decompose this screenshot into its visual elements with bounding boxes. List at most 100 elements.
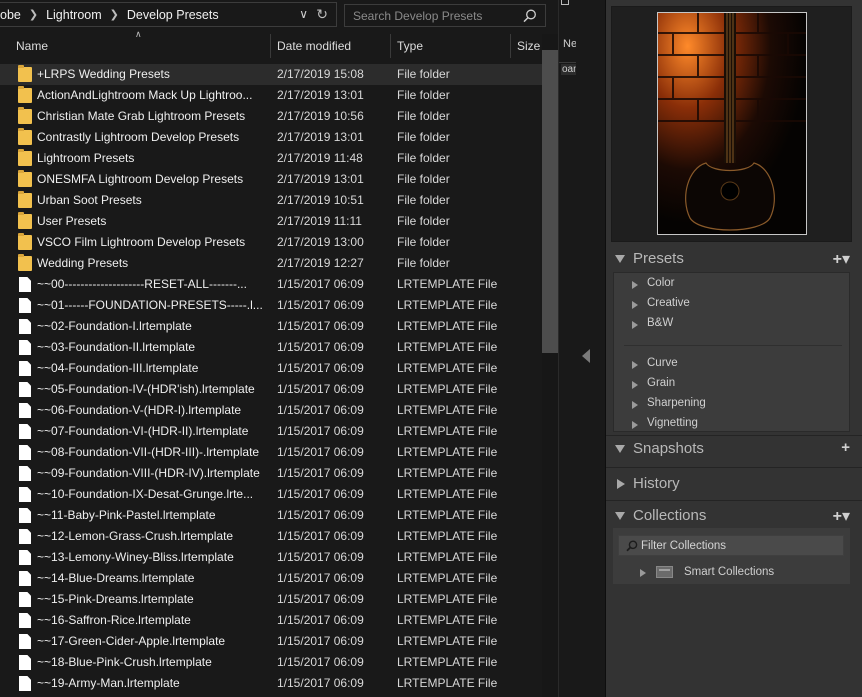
- add-collection-icon[interactable]: +▾: [833, 506, 850, 526]
- file-type: LRTEMPLATE File: [397, 487, 498, 501]
- table-row[interactable]: ~~15-Pink-Dreams.lrtemplate 1/15/2017 06:…: [0, 589, 542, 610]
- file-name: ~~09-Foundation-VIII-(HDR-IV).lrtemplate: [37, 466, 260, 480]
- table-row[interactable]: ~~07-Foundation-VI-(HDR-II).lrtemplate 1/…: [0, 421, 542, 442]
- collapse-left-icon[interactable]: [582, 349, 590, 363]
- folder-expand-icon[interactable]: [632, 361, 638, 369]
- file-icon: [19, 403, 31, 418]
- table-row[interactable]: ~~10-Foundation-IX-Desat-Grunge.lrte... 1…: [0, 484, 542, 505]
- folder-expand-icon[interactable]: [632, 421, 638, 429]
- table-row[interactable]: ~~19-Army-Man.lrtemplate 1/15/2017 06:09 L…: [0, 673, 542, 694]
- breadcrumb-parent[interactable]: obe: [0, 8, 21, 22]
- date-modified: 2/17/2019 10:56: [277, 109, 364, 123]
- chevron-down-icon[interactable]: ∨: [299, 7, 308, 21]
- panel-edge: [576, 0, 605, 697]
- column-header-partial[interactable]: Ne: [563, 38, 577, 50]
- collapse-triangle-icon[interactable]: [617, 479, 625, 489]
- presets-title: Presets: [633, 250, 684, 267]
- table-row[interactable]: VSCO Film Lightroom Develop Presets 2/17/…: [0, 232, 542, 253]
- expand-triangle-icon[interactable]: [615, 255, 625, 263]
- navigator-preview-image[interactable]: [657, 12, 807, 235]
- table-row[interactable]: ~~14-Blue-Dreams.lrtemplate 1/15/2017 06:…: [0, 568, 542, 589]
- file-type: File folder: [397, 151, 450, 165]
- column-header-date[interactable]: Date modified: [270, 34, 390, 58]
- file-icon: [19, 655, 31, 670]
- folder-icon: [18, 254, 32, 271]
- table-row[interactable]: User Presets 2/17/2019 11:11 File folder: [0, 211, 542, 232]
- add-preset-icon[interactable]: +▾: [833, 249, 850, 269]
- table-row[interactable]: ~~12-Lemon-Grass-Crush.lrtemplate 1/15/20…: [0, 526, 542, 547]
- table-row[interactable]: ~~04-Foundation-III.lrtemplate 1/15/2017 …: [0, 358, 542, 379]
- table-row[interactable]: ~~06-Foundation-V-(HDR-I).lrtemplate 1/15…: [0, 400, 542, 421]
- folder-expand-icon[interactable]: [632, 281, 638, 289]
- table-row[interactable]: ~~17-Green-Cider-Apple.lrtemplate 1/15/20…: [0, 631, 542, 652]
- table-row[interactable]: Urban Soot Presets 2/17/2019 10:51 File fo…: [0, 190, 542, 211]
- table-row[interactable]: ~~09-Foundation-VIII-(HDR-IV).lrtemplate…: [0, 463, 542, 484]
- file-type: LRTEMPLATE File: [397, 340, 498, 354]
- file-icon: [19, 298, 31, 313]
- file-name: ~~05-Foundation-IV-(HDR'ish).lrtemplate: [37, 382, 255, 396]
- table-row[interactable]: ~~18-Blue-Pink-Crush.lrtemplate 1/15/2017…: [0, 652, 542, 673]
- table-row[interactable]: ~~13-Lemony-Winey-Bliss.lrtemplate 1/15/2…: [0, 547, 542, 568]
- checkbox[interactable]: [561, 0, 569, 5]
- table-row[interactable]: +LRPS Wedding Presets 2/17/2019 15:08 File…: [0, 64, 542, 85]
- preset-folder-bw[interactable]: B&W: [614, 315, 851, 335]
- navigator: [611, 6, 852, 242]
- preset-folder-grain[interactable]: Grain: [614, 375, 851, 395]
- column-header-type[interactable]: Type: [390, 34, 510, 58]
- refresh-icon[interactable]: ↻: [316, 6, 328, 23]
- file-name: ~~03-Foundation-II.lrtemplate: [37, 340, 196, 354]
- expand-triangle-icon[interactable]: [615, 512, 625, 520]
- table-row[interactable]: Christian Mate Grab Lightroom Presets 2/1…: [0, 106, 542, 127]
- preset-folder-curve[interactable]: Curve: [614, 355, 851, 375]
- breadcrumb-lightroom[interactable]: Lightroom: [46, 8, 102, 22]
- table-row[interactable]: ~~01------FOUNDATION-PRESETS-----.l... 1/…: [0, 295, 542, 316]
- table-row[interactable]: ~~00--------------------RESET-ALL-------…: [0, 274, 542, 295]
- smart-collections-item[interactable]: Smart Collections: [613, 564, 850, 582]
- table-row[interactable]: Contrastly Lightroom Develop Presets 2/17…: [0, 127, 542, 148]
- date-modified: 1/15/2017 06:09: [277, 529, 364, 543]
- presets-header[interactable]: Presets +▾: [611, 249, 852, 271]
- chevron-right-icon[interactable]: ❯: [110, 8, 119, 21]
- file-icon: [19, 487, 31, 502]
- collections-header[interactable]: Collections +▾: [611, 506, 852, 528]
- table-row[interactable]: ~~02-Foundation-I.lrtemplate 1/15/2017 06…: [0, 316, 542, 337]
- table-row[interactable]: ~~16-Saffron-Rice.lrtemplate 1/15/2017 06…: [0, 610, 542, 631]
- chevron-right-icon[interactable]: ❯: [29, 8, 38, 21]
- file-icon: [19, 382, 31, 397]
- table-row[interactable]: Lightroom Presets 2/17/2019 11:48 File fol…: [0, 148, 542, 169]
- column-header-size[interactable]: Size: [510, 34, 542, 58]
- search-icon[interactable]: [523, 9, 537, 23]
- file-type: LRTEMPLATE File: [397, 571, 498, 585]
- scrollbar-thumb[interactable]: [542, 50, 558, 353]
- folder-expand-icon[interactable]: [632, 381, 638, 389]
- table-row[interactable]: ActionAndLightroom Mack Up Lightroo... 2/…: [0, 85, 542, 106]
- breadcrumb-current[interactable]: Develop Presets: [127, 8, 219, 22]
- table-row[interactable]: ONESMFA Lightroom Develop Presets 2/17/20…: [0, 169, 542, 190]
- vertical-scrollbar[interactable]: [542, 34, 558, 697]
- search-box[interactable]: [344, 4, 546, 27]
- table-row[interactable]: ~~11-Baby-Pink-Pastel.lrtemplate 1/15/201…: [0, 505, 542, 526]
- table-row[interactable]: ~~08-Foundation-VII-(HDR-III)-.lrtemplat…: [0, 442, 542, 463]
- preset-folder-vignetting[interactable]: Vignetting: [614, 415, 851, 435]
- filter-collections-box[interactable]: [618, 535, 844, 556]
- preset-folder-sharpening[interactable]: Sharpening: [614, 395, 851, 415]
- search-input[interactable]: [345, 5, 520, 26]
- history-header[interactable]: History: [611, 474, 852, 496]
- address-bar[interactable]: obe ❯ Lightroom ❯ Develop Presets ∨ ↻: [0, 2, 337, 27]
- add-snapshot-icon[interactable]: +: [841, 439, 850, 456]
- column-header-name[interactable]: Name: [0, 34, 270, 58]
- folder-expand-icon[interactable]: [632, 301, 638, 309]
- divider: [606, 435, 862, 436]
- preset-folder-color[interactable]: Color: [614, 275, 851, 295]
- folder-expand-icon[interactable]: [632, 401, 638, 409]
- folder-expand-icon[interactable]: [632, 321, 638, 329]
- table-row[interactable]: Wedding Presets 2/17/2019 12:27 File folde…: [0, 253, 542, 274]
- file-name: Wedding Presets: [37, 256, 129, 270]
- table-row[interactable]: ~~03-Foundation-II.lrtemplate 1/15/2017 0…: [0, 337, 542, 358]
- folder-expand-icon[interactable]: [640, 569, 646, 577]
- preset-folder-creative[interactable]: Creative: [614, 295, 851, 315]
- filter-collections-input[interactable]: [641, 537, 841, 555]
- snapshots-header[interactable]: Snapshots +: [611, 439, 852, 461]
- expand-triangle-icon[interactable]: [615, 445, 625, 453]
- table-row[interactable]: ~~05-Foundation-IV-(HDR'ish).lrtemplate 1…: [0, 379, 542, 400]
